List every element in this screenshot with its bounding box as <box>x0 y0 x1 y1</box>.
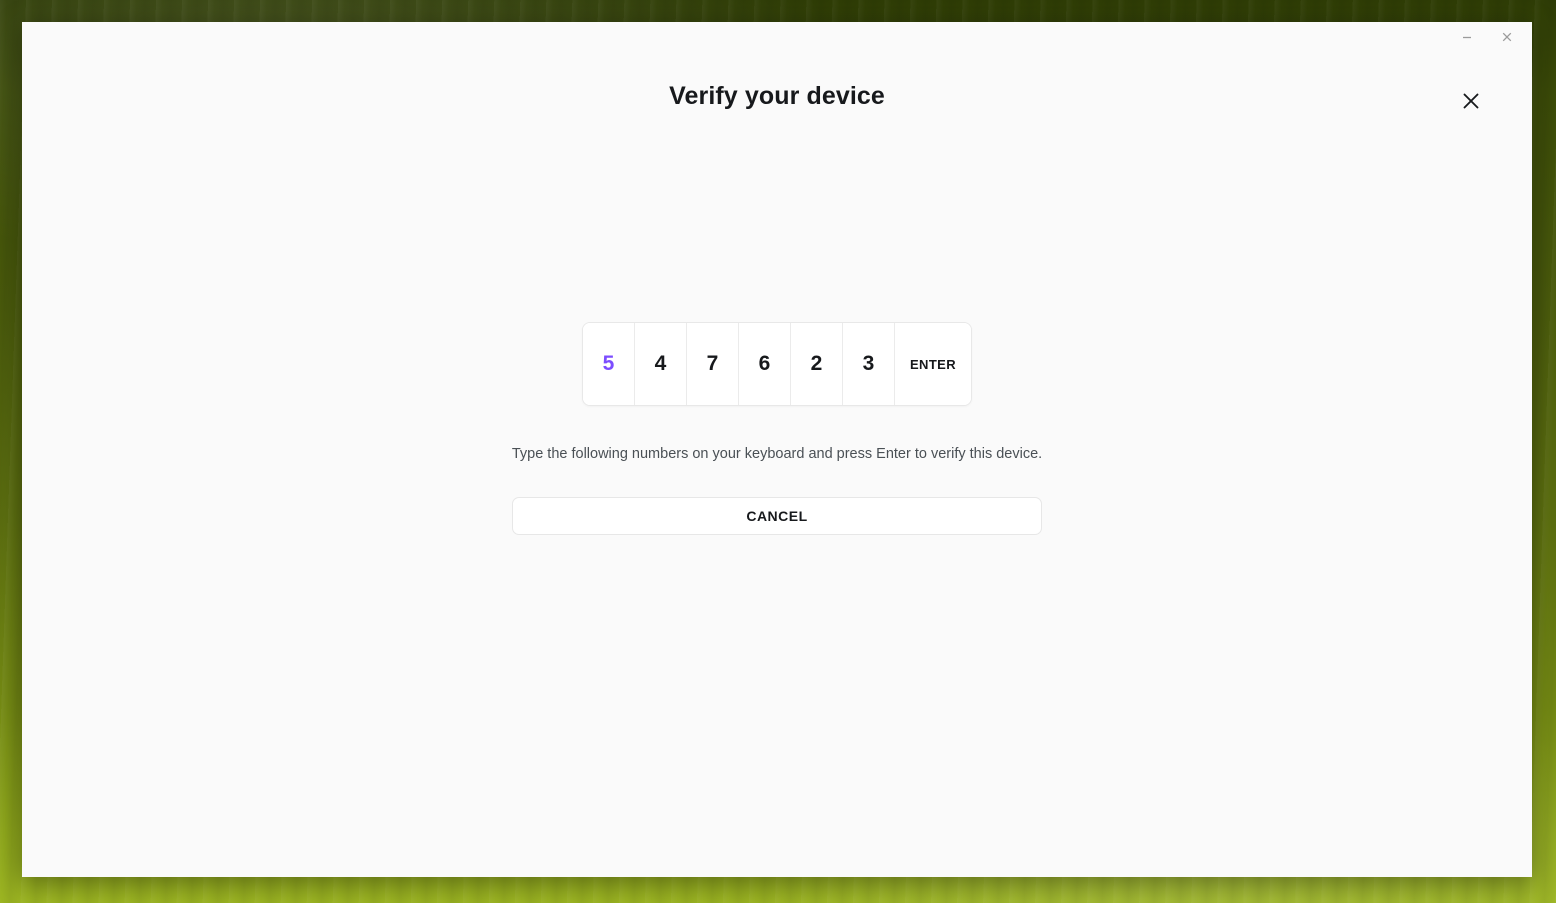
dialog-close-icon[interactable] <box>1454 84 1488 118</box>
code-enter-cell: ENTER <box>895 323 971 405</box>
minimize-icon[interactable] <box>1454 24 1480 50</box>
verify-body: 5 4 7 6 2 3 ENTER Type the following num… <box>22 322 1532 535</box>
page-title: Verify your device <box>669 82 885 110</box>
instruction-text: Type the following numbers on your keybo… <box>511 446 1043 462</box>
code-digit-1: 4 <box>635 323 687 405</box>
verify-device-dialog: Verify your device 5 4 7 6 2 3 ENTER Typ… <box>22 22 1532 877</box>
cancel-button[interactable]: CANCEL <box>512 497 1042 535</box>
code-digit-2: 7 <box>687 323 739 405</box>
code-digit-0: 5 <box>583 323 635 405</box>
window-close-icon[interactable] <box>1494 24 1520 50</box>
code-digit-5: 3 <box>843 323 895 405</box>
window-controls <box>1454 22 1532 52</box>
code-digit-4: 2 <box>791 323 843 405</box>
code-digit-3: 6 <box>739 323 791 405</box>
app-window: Verify your device 5 4 7 6 2 3 ENTER Typ… <box>22 22 1532 877</box>
verification-code-strip: 5 4 7 6 2 3 ENTER <box>582 322 972 406</box>
desktop-background: Verify your device 5 4 7 6 2 3 ENTER Typ… <box>0 0 1556 903</box>
